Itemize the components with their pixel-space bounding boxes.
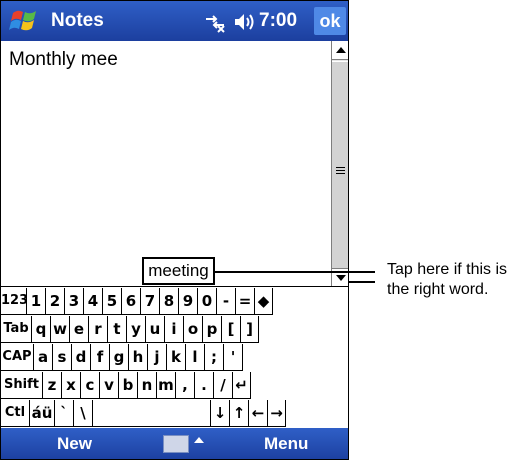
key[interactable]: Ctl bbox=[1, 400, 30, 427]
key[interactable]: 6 bbox=[122, 288, 141, 315]
key[interactable]: / bbox=[214, 372, 233, 399]
key[interactable]: p bbox=[203, 316, 222, 343]
menu-bar: New Menu bbox=[1, 428, 348, 459]
key[interactable]: , bbox=[176, 372, 195, 399]
key[interactable]: ← bbox=[249, 400, 268, 427]
key[interactable]: b bbox=[119, 372, 138, 399]
key[interactable]: ↑ bbox=[230, 400, 249, 427]
key[interactable]: s bbox=[53, 344, 72, 371]
key[interactable]: t bbox=[108, 316, 127, 343]
key[interactable]: \ bbox=[74, 400, 93, 427]
key[interactable]: d bbox=[72, 344, 91, 371]
key[interactable]: 7 bbox=[141, 288, 160, 315]
key[interactable]: ↵ bbox=[233, 372, 251, 399]
key[interactable]: f bbox=[91, 344, 110, 371]
key-space[interactable] bbox=[93, 400, 211, 427]
key[interactable]: y bbox=[127, 316, 146, 343]
key[interactable]: 5 bbox=[103, 288, 122, 315]
keyboard-row: Ctl áü ` \ ↓ ↑ ← → bbox=[1, 400, 348, 428]
scroll-thumb[interactable] bbox=[332, 61, 348, 273]
connectivity-icon[interactable] bbox=[203, 11, 227, 33]
key[interactable]: ' bbox=[224, 344, 243, 371]
input-panel-arrow-icon[interactable] bbox=[194, 437, 204, 443]
scroll-grip-icon bbox=[336, 167, 345, 168]
key[interactable]: i bbox=[165, 316, 184, 343]
key[interactable]: q bbox=[32, 316, 51, 343]
key[interactable]: o bbox=[184, 316, 203, 343]
keyboard-row: Shift z x c v b n m,. / ↵ bbox=[1, 372, 348, 400]
key[interactable]: 0 bbox=[198, 288, 217, 315]
new-button[interactable]: New bbox=[57, 434, 92, 454]
callout-line-extension bbox=[349, 281, 375, 283]
note-editor[interactable]: Monthly mee bbox=[1, 41, 331, 286]
ok-button[interactable]: ok bbox=[314, 7, 346, 35]
key[interactable]: ↓ bbox=[211, 400, 230, 427]
app-title: Notes bbox=[51, 10, 104, 31]
key[interactable]: u bbox=[146, 316, 165, 343]
key[interactable]: 4 bbox=[84, 288, 103, 315]
key[interactable]: l bbox=[186, 344, 205, 371]
key[interactable]: [ bbox=[222, 316, 241, 343]
key[interactable]: 1 bbox=[27, 288, 46, 315]
keyboard-row: CAP a s d f g h j k l; ' bbox=[1, 344, 348, 372]
word-suggestion[interactable]: meeting bbox=[142, 257, 215, 285]
key[interactable]: - bbox=[217, 288, 236, 315]
key[interactable]: r bbox=[89, 316, 108, 343]
clock[interactable]: 7:00 bbox=[259, 10, 297, 32]
key[interactable]: . bbox=[195, 372, 214, 399]
key[interactable]: k bbox=[167, 344, 186, 371]
vertical-scrollbar[interactable] bbox=[331, 41, 348, 287]
key[interactable]: 123 bbox=[1, 288, 28, 315]
volume-icon[interactable] bbox=[233, 11, 257, 33]
key[interactable]: 3 bbox=[65, 288, 84, 315]
note-text[interactable]: Monthly mee bbox=[9, 49, 118, 71]
scroll-down-arrow-icon bbox=[336, 275, 346, 281]
key[interactable]: Tab bbox=[1, 316, 32, 343]
key[interactable]: j bbox=[148, 344, 167, 371]
scroll-up-button[interactable] bbox=[332, 41, 348, 60]
key[interactable]: ; bbox=[205, 344, 224, 371]
title-bar: Notes 7:00 ok bbox=[1, 1, 348, 41]
key[interactable]: CAP bbox=[1, 344, 34, 371]
key[interactable]: e bbox=[70, 316, 89, 343]
key[interactable]: z bbox=[43, 372, 62, 399]
callout-text: Tap here if this is the right word. bbox=[387, 261, 508, 298]
key[interactable]: ◆ bbox=[255, 288, 273, 315]
key[interactable]: w bbox=[51, 316, 70, 343]
key[interactable]: c bbox=[81, 372, 100, 399]
scroll-up-arrow-icon bbox=[336, 47, 346, 53]
key[interactable]: ` bbox=[55, 400, 74, 427]
key[interactable]: a bbox=[34, 344, 53, 371]
key[interactable]: 2 bbox=[46, 288, 65, 315]
key[interactable]: x bbox=[62, 372, 81, 399]
key[interactable]: v bbox=[100, 372, 119, 399]
windows-start-icon[interactable] bbox=[9, 7, 39, 35]
keyboard-icon[interactable] bbox=[163, 435, 189, 453]
key[interactable]: n bbox=[138, 372, 157, 399]
key[interactable]: = bbox=[236, 288, 255, 315]
key[interactable]: 9 bbox=[179, 288, 198, 315]
callout-line bbox=[214, 271, 375, 273]
key[interactable]: → bbox=[268, 400, 286, 427]
menu-button[interactable]: Menu bbox=[264, 434, 308, 454]
key[interactable]: g bbox=[110, 344, 129, 371]
key[interactable]: 8 bbox=[160, 288, 179, 315]
key[interactable]: ] bbox=[241, 316, 259, 343]
key[interactable]: m bbox=[157, 372, 176, 399]
soft-keyboard: 123 1 2 3 4 5 6 7 8 9 0- = ◆ Tab q w e r t y u i o p[] CAP a s d f g h… bbox=[1, 286, 348, 429]
key[interactable]: Shift bbox=[1, 372, 43, 399]
key[interactable]: áü bbox=[30, 400, 55, 427]
keyboard-row: Tab q w e r t y u i o p[] bbox=[1, 316, 348, 344]
pocketpc-screen: Notes 7:00 ok Monthly mee meeting 123 1 2 3… bbox=[0, 0, 349, 460]
keyboard-row: 123 1 2 3 4 5 6 7 8 9 0- = ◆ bbox=[1, 288, 348, 316]
key[interactable]: h bbox=[129, 344, 148, 371]
